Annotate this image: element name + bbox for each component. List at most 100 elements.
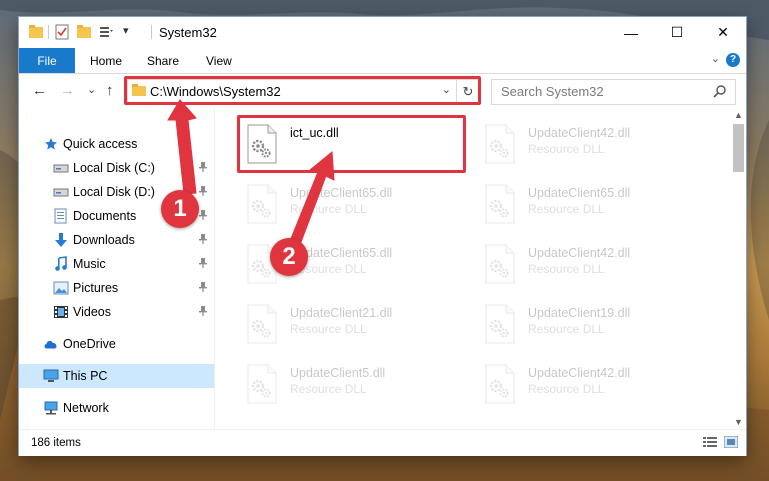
sidebar-item-quick-access[interactable]: Quick access [19,132,214,156]
sidebar-item-this-pc[interactable]: This PC [19,364,214,388]
pin-icon [199,210,207,223]
tab-share[interactable]: Share [147,54,179,68]
sidebar-item-music[interactable]: Music [19,252,214,276]
file-name: UpdateClient42.dll [528,126,631,140]
close-button[interactable]: ✕ [700,17,746,48]
dll-file-icon [246,364,278,404]
file-item[interactable]: UpdateClient5.dll Resource DLL [242,358,472,410]
file-type: Resource DLL [290,202,367,216]
scroll-thumb[interactable] [733,124,744,172]
sidebar-item-label: Music [73,257,106,271]
videos-icon [53,304,69,320]
details-view-icon[interactable] [703,436,717,448]
vertical-scrollbar[interactable]: ▲ ▼ [731,108,746,429]
download-icon [53,232,69,248]
sidebar-item-local-disk-c[interactable]: Local Disk (C:) [19,156,214,180]
star-icon [43,136,59,152]
dll-file-icon [484,184,516,224]
file-item[interactable]: UpdateClient21.dll Resource DLL [242,298,472,350]
pin-icon [199,234,207,247]
pin-icon [199,306,207,319]
customize-toolbar-icon[interactable] [99,24,115,40]
file-type: Resource DLL [528,382,605,396]
sidebar-item-label: Quick access [63,137,138,151]
file-item[interactable]: UpdateClient42.dll Resource DLL [480,358,710,410]
up-button[interactable]: ↑ [106,82,114,99]
file-highlight-box [237,115,466,173]
tab-home[interactable]: Home [90,54,122,68]
pictures-icon [53,280,69,296]
sidebar-item-label: Videos [73,305,111,319]
music-icon [53,256,69,272]
file-item[interactable]: UpdateClient19.dll Resource DLL [480,298,710,350]
sidebar-item-label: Local Disk (C:) [73,161,155,175]
recent-locations-button[interactable]: ⌄ [87,83,96,96]
sidebar-item-label: Documents [73,209,137,223]
maximize-button[interactable]: ☐ [654,17,700,48]
file-type: Resource DLL [528,262,605,276]
file-name: UpdateClient21.dll [290,306,393,320]
file-name: UpdateClient42.dll [528,366,631,380]
expand-ribbon-icon[interactable]: ⌄ [711,52,720,65]
dll-file-icon [484,244,516,284]
file-name: UpdateClient19.dll [528,306,631,320]
quick-access-dropdown-icon[interactable]: ▾ [123,24,129,37]
forward-button[interactable]: → [60,82,75,99]
properties-icon[interactable] [55,24,69,40]
file-item[interactable]: UpdateClient42.dll Resource DLL [480,118,710,170]
search-input[interactable]: Search System32 [501,84,604,99]
sidebar-item-label: Pictures [73,281,119,295]
new-folder-icon[interactable] [77,24,91,40]
sidebar-item-label: OneDrive [63,337,116,351]
file-type: Resource DLL [528,202,605,216]
large-icons-view-icon[interactable] [724,436,738,448]
sidebar-item-pictures[interactable]: Pictures [19,276,214,300]
pin-icon [199,162,207,175]
sidebar-item-label: Downloads [73,233,135,247]
file-name: UpdateClient42.dll [528,246,631,260]
window-title: System32 [159,25,217,40]
sidebar-item-network[interactable]: Network [19,396,214,420]
step-2-marker: 2 [270,238,308,276]
file-type: Resource DLL [528,322,605,336]
tab-file[interactable]: File [19,48,75,73]
file-type: Resource DLL [290,382,367,396]
sidebar-item-label: Local Disk (D:) [73,185,155,199]
back-button[interactable]: ← [32,82,47,99]
tab-view[interactable]: View [206,54,232,68]
folder-icon [29,25,43,38]
title-bar: ▾ System32 — ☐ ✕ [19,17,746,48]
search-icon[interactable] [713,84,727,98]
file-name: UpdateClient65.dll [290,186,393,200]
dll-file-icon [484,124,516,164]
file-item[interactable]: UpdateClient65.dll Resource DLL [242,178,472,230]
dll-file-icon [246,184,278,224]
minimize-button[interactable]: — [608,17,654,48]
dll-file-icon [484,304,516,344]
pin-icon [199,258,207,271]
divider [48,25,49,39]
file-type: Resource DLL [290,322,367,336]
help-icon[interactable]: ? [726,53,740,67]
sidebar-item-label: This PC [63,369,108,383]
sidebar-item-downloads[interactable]: Downloads [19,228,214,252]
search-box[interactable]: Search System32 [491,79,736,105]
item-count: 186 items [31,437,81,449]
drive-icon [53,160,69,176]
status-bar: 186 items [19,429,746,456]
pin-icon [199,282,207,295]
documents-icon [53,208,69,224]
network-icon [43,400,59,416]
ribbon: File Home Share View ⌄ ? [19,48,746,74]
divider [151,25,152,39]
scroll-down-icon[interactable]: ▼ [734,417,743,427]
step-1-marker: 1 [161,190,199,228]
address-highlight-box [124,76,481,105]
file-item[interactable]: UpdateClient65.dll Resource DLL [480,178,710,230]
cloud-icon [43,336,59,352]
file-item[interactable]: UpdateClient42.dll Resource DLL [480,238,710,290]
sidebar-item-videos[interactable]: Videos [19,300,214,324]
sidebar-item-onedrive[interactable]: OneDrive [19,332,214,356]
scroll-up-icon[interactable]: ▲ [734,110,743,120]
file-type: Resource DLL [528,142,605,156]
